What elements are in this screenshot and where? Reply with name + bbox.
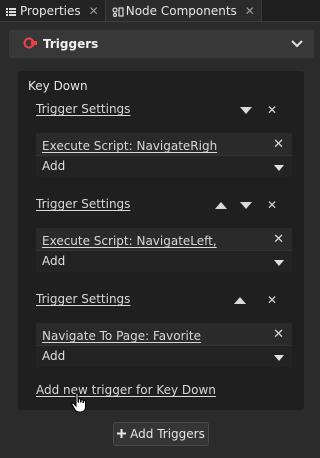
- tab-properties-close-icon[interactable]: ✕: [89, 4, 99, 18]
- add-triggers-label: Add Triggers: [130, 427, 205, 441]
- add-new-trigger-link[interactable]: Add new trigger for Key Down: [36, 383, 216, 397]
- action-link[interactable]: Execute Script: NavigateRigh: [42, 139, 217, 153]
- move-down-icon[interactable]: [239, 198, 253, 212]
- add-action-dropdown[interactable]: Add: [36, 345, 292, 367]
- move-down-icon[interactable]: [239, 103, 253, 117]
- trigger-settings-link[interactable]: Trigger Settings: [36, 292, 130, 306]
- action-link[interactable]: Execute Script: NavigateLeft,: [42, 234, 217, 248]
- remove-action-icon[interactable]: ✕: [273, 232, 284, 247]
- tab-node-components-label: Node Components: [125, 3, 237, 18]
- chevron-down-icon[interactable]: [290, 38, 304, 50]
- move-up-icon[interactable]: [214, 198, 228, 212]
- hand-cursor-icon: [70, 392, 90, 414]
- add-action-label: Add: [42, 159, 66, 173]
- tab-node-components[interactable]: Node Components ✕: [105, 0, 262, 21]
- remove-action-icon[interactable]: ✕: [273, 327, 284, 342]
- key-down-event-panel: Key Down Trigger Settings ✕ Execute Scri…: [18, 71, 304, 410]
- triggers-section-header[interactable]: Triggers: [9, 30, 314, 58]
- trigger-settings-link[interactable]: Trigger Settings: [36, 102, 130, 116]
- action-box: Navigate To Page: Favorite ✕ Add: [36, 323, 292, 367]
- components-icon: [112, 6, 124, 17]
- close-icon[interactable]: ✕: [265, 103, 279, 117]
- triggers-icon: [23, 37, 37, 52]
- action-link[interactable]: Navigate To Page: Favorite: [42, 329, 201, 343]
- move-up-icon[interactable]: [233, 293, 247, 307]
- add-action-dropdown[interactable]: Add: [36, 250, 292, 272]
- trigger-settings-row: Trigger Settings ✕: [36, 102, 286, 120]
- action-box: Execute Script: NavigateRigh ✕ Add: [36, 133, 292, 177]
- tab-properties-label: Properties: [20, 3, 81, 18]
- trigger-settings-link[interactable]: Trigger Settings: [36, 197, 130, 211]
- action-box: Execute Script: NavigateLeft, ✕ Add: [36, 228, 292, 272]
- tab-bar: Properties ✕ Node Components ✕: [0, 0, 320, 22]
- trigger-settings-row: Trigger Settings ✕: [36, 292, 286, 310]
- list-icon: [6, 6, 16, 16]
- trigger-settings-row: Trigger Settings ✕: [36, 197, 286, 215]
- add-action-label: Add: [42, 349, 66, 363]
- dropdown-arrow-icon: [274, 165, 284, 171]
- close-icon[interactable]: ✕: [265, 198, 279, 212]
- dropdown-arrow-icon: [274, 355, 284, 361]
- event-label: Key Down: [28, 79, 88, 93]
- tab-properties[interactable]: Properties ✕: [0, 0, 106, 21]
- tab-node-components-close-icon[interactable]: ✕: [245, 4, 255, 18]
- section-title: Triggers: [43, 37, 99, 51]
- add-triggers-button[interactable]: Add Triggers: [113, 422, 209, 446]
- remove-action-icon[interactable]: ✕: [273, 137, 284, 152]
- plus-icon: [117, 427, 127, 441]
- add-action-dropdown[interactable]: Add: [36, 155, 292, 177]
- close-icon[interactable]: ✕: [265, 293, 279, 307]
- dropdown-arrow-icon: [274, 260, 284, 266]
- add-action-label: Add: [42, 254, 66, 268]
